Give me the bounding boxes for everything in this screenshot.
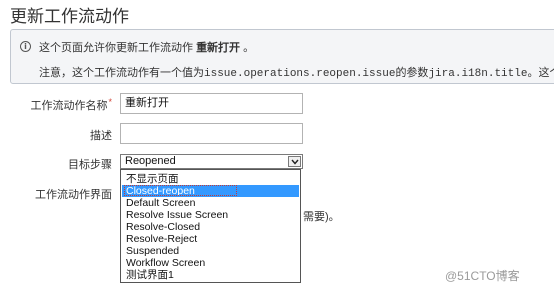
- watermark: @51CTO博客: [445, 269, 520, 283]
- destination-step-value: Reopened: [125, 155, 176, 167]
- dropdown-option[interactable]: 不显示页面: [122, 173, 299, 185]
- dropdown-option[interactable]: Workflow Screen: [122, 257, 299, 269]
- info-text: 这个页面允许你更新工作流动作: [39, 42, 193, 54]
- info-note-middle: 的参数: [395, 67, 429, 79]
- info-property-value: issue.operations.reopen.issue: [204, 68, 396, 80]
- dropdown-option[interactable]: 测试界面1: [122, 269, 299, 281]
- transition-screen-hint: 需要)。: [303, 211, 340, 223]
- info-note-text: 注意，这个工作流动作有一个值为: [39, 67, 204, 79]
- chevron-down-icon[interactable]: [288, 156, 301, 167]
- dropdown-option[interactable]: Resolve Issue Screen: [122, 209, 299, 221]
- transition-screen-label: 工作流动作界面: [35, 189, 112, 201]
- info-line-1: 这个页面允许你更新工作流动作 重新打开 。: [39, 39, 254, 55]
- info-message: i 这个页面允许你更新工作流动作 重新打开 。 注意，这个工作流动作有一个值为i…: [10, 29, 554, 84]
- required-asterisk: *: [108, 97, 112, 107]
- dropdown-option[interactable]: Resolve-Closed: [122, 221, 299, 233]
- description-label: 描述: [90, 130, 112, 142]
- info-note-suffix: 。这个参数: [527, 67, 554, 79]
- info-punctuation: 。: [243, 42, 255, 54]
- info-icon: i: [20, 41, 31, 52]
- info-action-name: 重新打开: [196, 42, 241, 54]
- name-label: 工作流动作名称*: [14, 97, 112, 113]
- name-input[interactable]: 重新打开: [120, 93, 303, 114]
- destination-step-label: 目标步骤: [68, 159, 112, 171]
- focus-ring: [124, 185, 237, 196]
- dropdown-option[interactable]: Default Screen: [122, 197, 299, 209]
- dropdown-option-selected[interactable]: Closed-reopen: [122, 185, 299, 197]
- destination-step-select[interactable]: Reopened: [120, 154, 303, 169]
- description-input[interactable]: [120, 123, 303, 144]
- transition-screen-dropdown[interactable]: 不显示页面 Closed-reopen Default Screen Resol…: [120, 169, 301, 283]
- page-title: 更新工作流动作: [10, 7, 129, 26]
- info-property-key: jira.i18n.title: [428, 68, 528, 80]
- name-label-text: 工作流动作名称: [30, 100, 108, 112]
- dropdown-option[interactable]: Resolve-Reject: [122, 233, 299, 245]
- dropdown-option[interactable]: Suspended: [122, 245, 299, 257]
- info-line-2: 注意，这个工作流动作有一个值为issue.operations.reopen.i…: [39, 64, 554, 80]
